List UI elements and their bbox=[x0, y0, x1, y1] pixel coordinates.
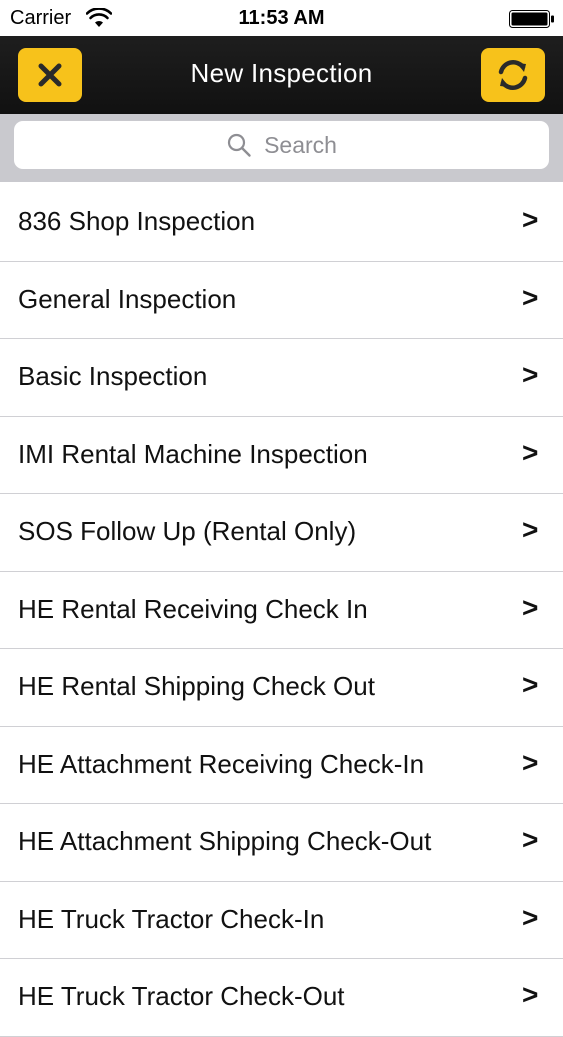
list-item-label: IMI Rental Machine Inspection bbox=[18, 438, 368, 469]
status-bar: Carrier 11:53 AM bbox=[0, 0, 563, 36]
list-item[interactable]: General Inspection > bbox=[0, 262, 563, 339]
page-title: New Inspection bbox=[190, 58, 373, 88]
list-item[interactable]: IMI Rental Machine Inspection > bbox=[0, 417, 563, 494]
battery-icon bbox=[509, 10, 554, 28]
chevron-right-icon: > bbox=[522, 746, 539, 778]
list-item-label: HE Attachment Shipping Check-Out bbox=[18, 826, 432, 856]
search-icon bbox=[227, 133, 251, 157]
list-item[interactable]: SOS Follow Up (Rental Only) > bbox=[0, 494, 563, 572]
list-item[interactable]: HE Rental Receiving Check In > bbox=[0, 572, 563, 649]
list-item[interactable]: HE Truck Tractor Check-In > bbox=[0, 882, 563, 959]
list-item-label: General Inspection bbox=[18, 283, 237, 314]
list-item-label: HE Truck Tractor Check-Out bbox=[18, 981, 345, 1011]
list-item[interactable]: HE Rental Shipping Check Out > bbox=[0, 649, 563, 727]
refresh-icon bbox=[498, 60, 528, 90]
list-item-label: HE Rental Shipping Check Out bbox=[18, 671, 375, 701]
list-item-label: HE Rental Receiving Check In bbox=[18, 593, 368, 624]
refresh-button[interactable] bbox=[481, 48, 545, 102]
list-item[interactable]: HE Truck Tractor Check-Out > bbox=[0, 959, 563, 1037]
list-item[interactable]: HE Attachment Receiving Check-In > bbox=[0, 727, 563, 804]
chevron-right-icon: > bbox=[522, 901, 539, 933]
search-bar: Search bbox=[0, 114, 563, 182]
chevron-right-icon: > bbox=[522, 204, 539, 235]
list-item[interactable]: Basic Inspection > bbox=[0, 339, 563, 417]
list-item-label: HE Truck Tractor Check-In bbox=[18, 903, 325, 934]
navigation-bar: New Inspection bbox=[0, 36, 563, 114]
inspection-list: 836 Shop Inspection > General Inspection… bbox=[0, 184, 563, 1037]
list-item-label: HE Attachment Receiving Check-In bbox=[18, 748, 425, 779]
chevron-right-icon: > bbox=[522, 824, 539, 855]
chevron-right-icon: > bbox=[522, 591, 539, 623]
chevron-right-icon: > bbox=[522, 514, 539, 545]
list-item[interactable]: 836 Shop Inspection > bbox=[0, 184, 563, 262]
list-item[interactable]: HE Attachment Shipping Check-Out > bbox=[0, 804, 563, 882]
status-time: 11:53 AM bbox=[238, 7, 325, 29]
list-item-label: 836 Shop Inspection bbox=[18, 206, 256, 236]
chevron-right-icon: > bbox=[522, 669, 539, 700]
chevron-right-icon: > bbox=[522, 281, 539, 313]
list-item-label: SOS Follow Up (Rental Only) bbox=[18, 516, 357, 546]
list-item-label: Basic Inspection bbox=[18, 361, 208, 391]
chevron-right-icon: > bbox=[522, 979, 539, 1010]
search-placeholder: Search bbox=[264, 131, 337, 158]
chevron-right-icon: > bbox=[522, 436, 539, 468]
chevron-right-icon: > bbox=[522, 359, 539, 390]
search-input[interactable]: Search bbox=[14, 121, 549, 169]
